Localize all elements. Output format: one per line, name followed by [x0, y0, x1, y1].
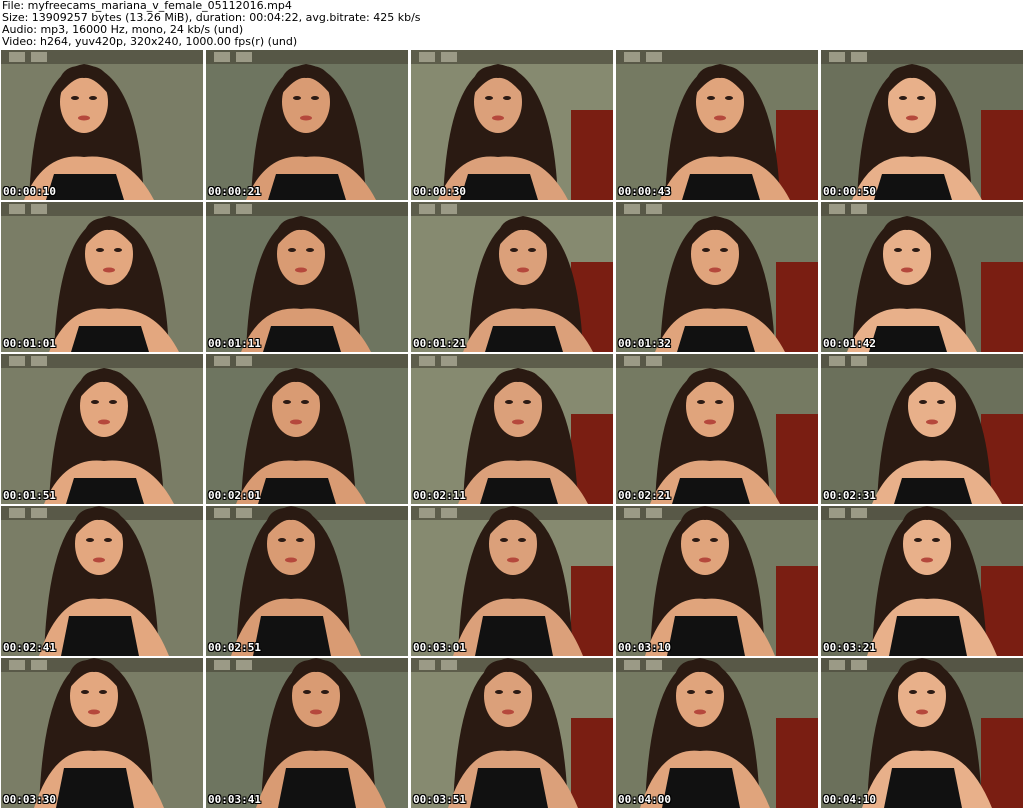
frame-timestamp: 00:01:21 [413, 337, 466, 350]
video-thumbnail: 00:03:30 [1, 658, 203, 808]
frame-image [616, 658, 818, 808]
frame-timestamp: 00:03:21 [823, 641, 876, 654]
frame-image [1, 354, 203, 504]
frame-image [821, 658, 1023, 808]
video-info-line: Video: h264, yuv420p, 320x240, 1000.00 f… [2, 35, 298, 48]
frame-timestamp: 00:01:42 [823, 337, 876, 350]
video-thumbnail: 00:02:51 [206, 506, 408, 656]
video-thumbnail: 00:01:51 [1, 354, 203, 504]
frame-timestamp: 00:01:32 [618, 337, 671, 350]
frame-image [411, 354, 613, 504]
frame-image [411, 658, 613, 808]
frame-timestamp: 00:00:43 [618, 185, 671, 198]
frame-image [411, 506, 613, 656]
frame-timestamp: 00:00:50 [823, 185, 876, 198]
frame-timestamp: 00:04:00 [618, 793, 671, 806]
video-thumbnail: 00:03:21 [821, 506, 1023, 656]
frame-timestamp: 00:00:30 [413, 185, 466, 198]
frame-timestamp: 00:03:51 [413, 793, 466, 806]
frame-image [821, 202, 1023, 352]
video-thumbnail: 00:04:10 [821, 658, 1023, 808]
frame-timestamp: 00:00:10 [3, 185, 56, 198]
video-thumbnail: 00:00:21 [206, 50, 408, 200]
frame-timestamp: 00:01:01 [3, 337, 56, 350]
frame-timestamp: 00:03:41 [208, 793, 261, 806]
frame-timestamp: 00:03:01 [413, 641, 466, 654]
frame-image [206, 658, 408, 808]
frame-image [616, 506, 818, 656]
video-thumbnail: 00:00:10 [1, 50, 203, 200]
video-thumbnail: 00:01:42 [821, 202, 1023, 352]
video-thumbnail: 00:03:41 [206, 658, 408, 808]
video-thumbnail: 00:02:41 [1, 506, 203, 656]
frame-timestamp: 00:03:10 [618, 641, 671, 654]
video-thumbnail: 00:03:51 [411, 658, 613, 808]
frame-timestamp: 00:01:51 [3, 489, 56, 502]
frame-timestamp: 00:01:11 [208, 337, 261, 350]
frame-image [206, 506, 408, 656]
video-thumbnail: 00:03:01 [411, 506, 613, 656]
frame-image [1, 658, 203, 808]
frame-image [616, 50, 818, 200]
thumbnail-grid: 00:00:10 00:00:21 00:00:30 00:00:43 00:00:50… [1, 50, 1023, 808]
frame-image [821, 50, 1023, 200]
video-thumbnail: 00:00:50 [821, 50, 1023, 200]
frame-image [411, 202, 613, 352]
frame-timestamp: 00:02:51 [208, 641, 261, 654]
frame-timestamp: 00:02:11 [413, 489, 466, 502]
video-thumbnail: 00:02:21 [616, 354, 818, 504]
video-thumbnail: 00:02:01 [206, 354, 408, 504]
frame-image [206, 354, 408, 504]
frame-image [411, 50, 613, 200]
frame-timestamp: 00:02:01 [208, 489, 261, 502]
frame-image [821, 354, 1023, 504]
frame-timestamp: 00:04:10 [823, 793, 876, 806]
frame-timestamp: 00:00:21 [208, 185, 261, 198]
frame-timestamp: 00:02:21 [618, 489, 671, 502]
frame-image [821, 506, 1023, 656]
video-thumbnail: 00:01:32 [616, 202, 818, 352]
frame-image [1, 506, 203, 656]
video-thumbnail: 00:03:10 [616, 506, 818, 656]
video-thumbnail: 00:04:00 [616, 658, 818, 808]
frame-image [616, 202, 818, 352]
video-thumbnail: 00:01:01 [1, 202, 203, 352]
video-thumbnail: 00:02:31 [821, 354, 1023, 504]
video-thumbnail: 00:02:11 [411, 354, 613, 504]
frame-timestamp: 00:02:41 [3, 641, 56, 654]
frame-image [206, 202, 408, 352]
file-info-header: File: myfreecams_mariana_v_female_051120… [0, 0, 1024, 48]
video-thumbnail: 00:00:43 [616, 50, 818, 200]
frame-timestamp: 00:03:30 [3, 793, 56, 806]
frame-image [1, 202, 203, 352]
video-thumbnail: 00:00:30 [411, 50, 613, 200]
frame-image [616, 354, 818, 504]
frame-timestamp: 00:02:31 [823, 489, 876, 502]
frame-image [1, 50, 203, 200]
frame-image [206, 50, 408, 200]
video-thumbnail: 00:01:21 [411, 202, 613, 352]
video-thumbnail: 00:01:11 [206, 202, 408, 352]
